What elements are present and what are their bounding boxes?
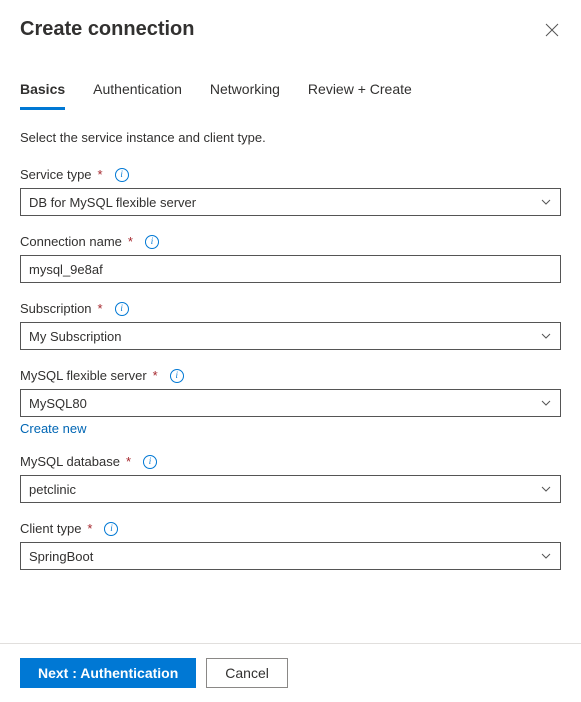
required-marker: * xyxy=(153,368,158,383)
chevron-down-icon xyxy=(540,550,552,562)
tab-review-create[interactable]: Review + Create xyxy=(308,75,412,110)
info-icon[interactable]: i xyxy=(143,455,157,469)
label-connection-name: Connection name xyxy=(20,234,122,249)
mysql-server-value: MySQL80 xyxy=(29,396,87,411)
required-marker: * xyxy=(87,521,92,536)
required-marker: * xyxy=(98,167,103,182)
panel-header: Create connection xyxy=(0,0,581,57)
field-subscription: Subscription * i My Subscription xyxy=(20,301,561,350)
page-title: Create connection xyxy=(20,18,194,41)
mysql-server-select[interactable]: MySQL80 xyxy=(20,389,561,417)
info-icon[interactable]: i xyxy=(170,369,184,383)
info-icon[interactable]: i xyxy=(115,168,129,182)
mysql-database-select[interactable]: petclinic xyxy=(20,475,561,503)
client-type-select[interactable]: SpringBoot xyxy=(20,542,561,570)
tabs-bar: Basics Authentication Networking Review … xyxy=(0,75,581,110)
tab-authentication[interactable]: Authentication xyxy=(93,75,182,110)
info-icon[interactable]: i xyxy=(145,235,159,249)
label-mysql-server: MySQL flexible server xyxy=(20,368,147,383)
service-type-value: DB for MySQL flexible server xyxy=(29,195,196,210)
field-client-type: Client type * i SpringBoot xyxy=(20,521,561,570)
label-client-type: Client type xyxy=(20,521,81,536)
label-mysql-database: MySQL database xyxy=(20,454,120,469)
required-marker: * xyxy=(126,454,131,469)
chevron-down-icon xyxy=(540,483,552,495)
intro-text: Select the service instance and client t… xyxy=(20,130,561,145)
close-icon xyxy=(545,23,559,37)
cancel-button[interactable]: Cancel xyxy=(206,658,288,688)
info-icon[interactable]: i xyxy=(115,302,129,316)
field-mysql-server: MySQL flexible server * i MySQL80 Create… xyxy=(20,368,561,436)
close-button[interactable] xyxy=(543,21,561,39)
chevron-down-icon xyxy=(540,330,552,342)
service-type-select[interactable]: DB for MySQL flexible server xyxy=(20,188,561,216)
tab-networking[interactable]: Networking xyxy=(210,75,280,110)
connection-name-input[interactable] xyxy=(20,255,561,283)
required-marker: * xyxy=(128,234,133,249)
chevron-down-icon xyxy=(540,196,552,208)
footer: Next : Authentication Cancel xyxy=(0,643,581,702)
field-connection-name: Connection name * i xyxy=(20,234,561,283)
create-connection-panel: Create connection Basics Authentication … xyxy=(0,0,581,702)
label-subscription: Subscription xyxy=(20,301,92,316)
tab-basics[interactable]: Basics xyxy=(20,75,65,110)
client-type-value: SpringBoot xyxy=(29,549,93,564)
mysql-database-value: petclinic xyxy=(29,482,76,497)
chevron-down-icon xyxy=(540,397,552,409)
subscription-value: My Subscription xyxy=(29,329,121,344)
create-new-link[interactable]: Create new xyxy=(20,421,561,436)
field-service-type: Service type * i DB for MySQL flexible s… xyxy=(20,167,561,216)
required-marker: * xyxy=(98,301,103,316)
field-mysql-database: MySQL database * i petclinic xyxy=(20,454,561,503)
info-icon[interactable]: i xyxy=(104,522,118,536)
subscription-select[interactable]: My Subscription xyxy=(20,322,561,350)
label-service-type: Service type xyxy=(20,167,92,182)
form-content: Select the service instance and client t… xyxy=(0,110,581,643)
next-button[interactable]: Next : Authentication xyxy=(20,658,196,688)
